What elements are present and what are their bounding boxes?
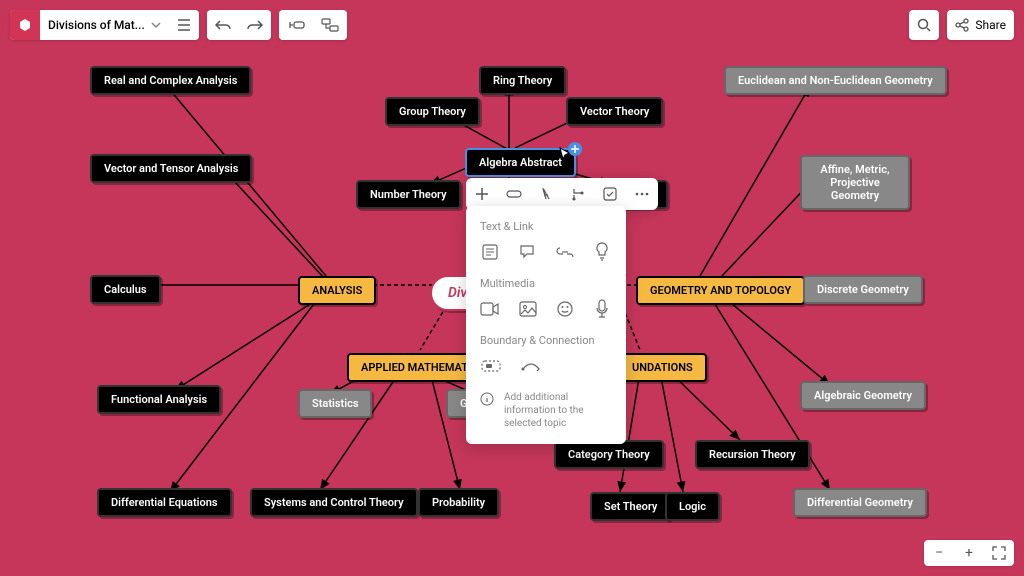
zoom-controls: − + xyxy=(924,540,1014,566)
more-icon[interactable] xyxy=(632,184,652,204)
share-label: Share xyxy=(975,18,1006,32)
link-icon[interactable] xyxy=(555,241,575,263)
node-vector[interactable]: Vector Theory xyxy=(566,97,663,126)
redo-button[interactable] xyxy=(239,10,271,40)
node-vector-tensor[interactable]: Vector and Tensor Analysis xyxy=(90,154,252,183)
node-group[interactable]: Group Theory xyxy=(385,97,480,126)
undo-icon xyxy=(215,19,231,31)
node-recursion[interactable]: Recursion Theory xyxy=(695,440,810,469)
connection-icon[interactable] xyxy=(520,355,542,377)
node-category[interactable]: Category Theory xyxy=(554,440,664,469)
comment-icon[interactable] xyxy=(518,241,538,263)
node-foundations[interactable]: UNDATIONS xyxy=(618,353,707,382)
node-logic[interactable]: Logic xyxy=(665,492,720,521)
relationship-icon[interactable] xyxy=(568,184,588,204)
node-geometry[interactable]: GEOMETRY AND TOPOLOGY xyxy=(636,276,805,305)
insert-subtopic-button[interactable] xyxy=(313,10,347,40)
node-statistics[interactable]: Statistics xyxy=(298,389,372,418)
pop-section-multimedia: Multimedia xyxy=(480,277,612,290)
menu-icon xyxy=(177,19,191,31)
toolbar-right: Share xyxy=(909,10,1014,40)
chevron-down-icon xyxy=(151,22,161,28)
node-discrete[interactable]: Discrete Geometry xyxy=(803,275,923,304)
popover-footer-text: Add additional information to the select… xyxy=(504,391,612,430)
node-probability[interactable]: Probability xyxy=(418,488,499,517)
app-logo-button[interactable] xyxy=(10,10,40,40)
node-euclidean[interactable]: Euclidean and Non-Euclidean Geometry xyxy=(724,66,947,95)
node-set[interactable]: Set Theory xyxy=(590,492,671,521)
fit-icon xyxy=(992,546,1006,560)
insert-topic-icon xyxy=(287,19,305,31)
cursor-icon xyxy=(558,146,574,162)
boundary-icon[interactable] xyxy=(480,355,502,377)
video-icon[interactable] xyxy=(480,298,500,320)
emoji-icon[interactable] xyxy=(555,298,574,320)
node-real-complex[interactable]: Real and Complex Analysis xyxy=(90,66,251,95)
search-button[interactable] xyxy=(909,10,939,40)
pop-section-boundary: Boundary & Connection xyxy=(480,334,612,347)
menu-button[interactable] xyxy=(169,10,199,40)
node-ring[interactable]: Ring Theory xyxy=(479,66,566,95)
main-toolbar: Divisions of Mat... xyxy=(10,10,347,40)
node-affine[interactable]: Affine, Metric, Projective Geometry xyxy=(800,155,910,210)
node-differential-geo[interactable]: Differential Geometry xyxy=(793,488,927,517)
node-analysis[interactable]: ANALYSIS xyxy=(298,276,376,305)
image-icon[interactable] xyxy=(518,298,537,320)
info-icon xyxy=(480,391,494,407)
insert-topic-button[interactable] xyxy=(279,10,313,40)
add-topic-icon[interactable] xyxy=(504,184,524,204)
node-calculus[interactable]: Calculus xyxy=(90,275,161,304)
document-title-dropdown[interactable]: Divisions of Mat... xyxy=(40,10,169,40)
undo-button[interactable] xyxy=(207,10,239,40)
fit-button[interactable] xyxy=(984,540,1014,566)
zoom-out-button[interactable]: − xyxy=(924,540,954,566)
share-icon xyxy=(955,18,969,32)
note-icon[interactable] xyxy=(480,241,500,263)
node-number[interactable]: Number Theory xyxy=(356,180,461,209)
node-differential-eq[interactable]: Differential Equations xyxy=(97,488,232,517)
node-functional[interactable]: Functional Analysis xyxy=(97,385,221,414)
add-child-icon[interactable] xyxy=(472,184,492,204)
pop-section-text-link: Text & Link xyxy=(480,220,612,233)
audio-icon[interactable] xyxy=(593,298,612,320)
search-icon xyxy=(917,18,931,32)
share-button[interactable]: Share xyxy=(947,10,1014,40)
zoom-in-button[interactable]: + xyxy=(954,540,984,566)
text-icon[interactable] xyxy=(536,184,556,204)
node-systems[interactable]: Systems and Control Theory xyxy=(250,488,418,517)
idea-icon[interactable] xyxy=(593,241,613,263)
insert-subtopic-icon xyxy=(321,18,339,32)
node-label: Algebra Abstract xyxy=(479,156,562,169)
doc-title: Divisions of Mat... xyxy=(48,18,145,32)
redo-icon xyxy=(247,19,263,31)
insert-popover: Text & Link Multimedia Boundary & Connec… xyxy=(466,206,626,444)
node-algebraic[interactable]: Algebraic Geometry xyxy=(800,381,926,410)
task-icon[interactable] xyxy=(600,184,620,204)
